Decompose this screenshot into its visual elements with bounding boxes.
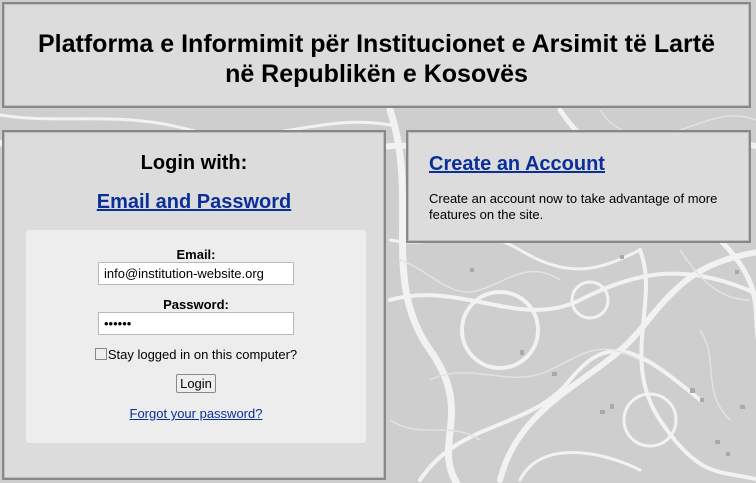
create-account-description: Create an account now to take advantage … xyxy=(429,191,718,222)
page-header: Platforma e Informimit për Institucionet… xyxy=(2,2,751,108)
email-password-login-link[interactable]: Email and Password xyxy=(97,191,292,214)
email-label: Email: xyxy=(176,247,216,262)
password-input[interactable] xyxy=(98,312,294,335)
page-title-line-2: në Republikën e Kosovës xyxy=(225,60,528,88)
login-heading: Login with: xyxy=(140,152,248,174)
stay-logged-in-label: Stay logged in on this computer? xyxy=(107,347,298,362)
login-form: Email: Password: Stay logged in on this … xyxy=(26,230,366,443)
stay-logged-in-row: Stay logged in on this computer? xyxy=(26,347,366,362)
stay-logged-in-checkbox[interactable] xyxy=(94,348,107,360)
create-account-link[interactable]: Create an Account xyxy=(429,153,605,176)
page-title: Platforma e Informimit për Institucionet… xyxy=(4,4,749,89)
forgot-password-link[interactable]: Forgot your password? xyxy=(130,406,263,421)
create-account-panel: Create an Account Create an account now … xyxy=(406,130,751,243)
login-panel: Login with: Email and Password Email: Pa… xyxy=(2,130,386,480)
email-input[interactable] xyxy=(98,262,294,285)
password-label: Password: xyxy=(163,297,229,312)
page-title-line-1: Platforma e Informimit për Institucionet… xyxy=(38,30,715,58)
login-button[interactable]: Login xyxy=(176,374,216,393)
